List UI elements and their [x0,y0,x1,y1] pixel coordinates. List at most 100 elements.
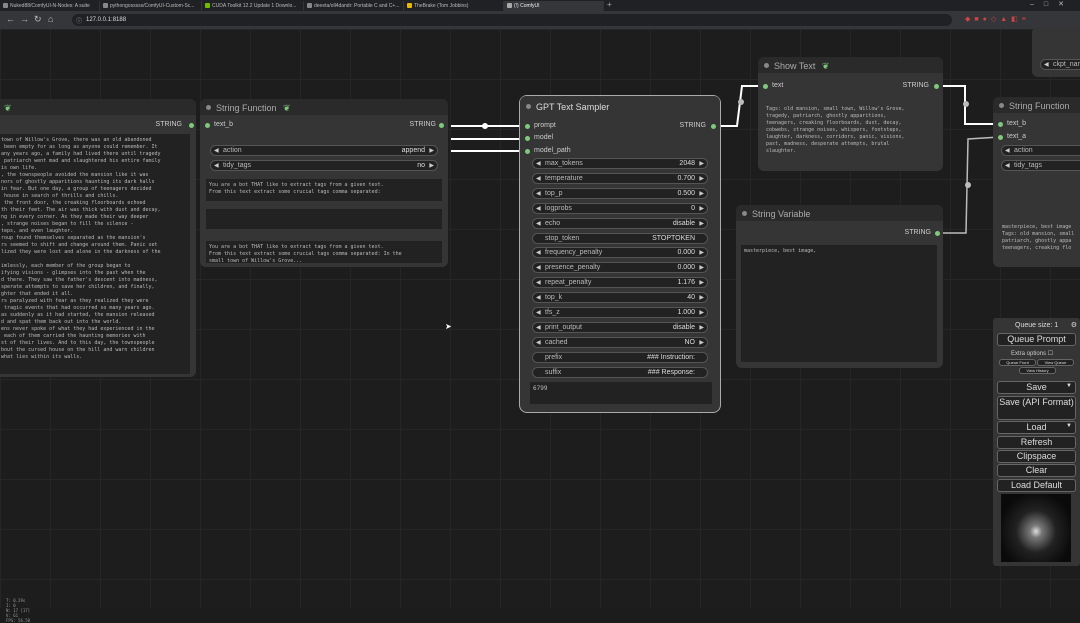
arrow-right-icon[interactable]: ▶ [699,160,704,167]
browser-tab[interactable]: pythongosssss/ComfyUI-Custom-Sc... [100,1,202,11]
collapse-dot[interactable] [764,63,769,68]
ckpt-name-combo[interactable]: ◀ ckpt_nam [1040,59,1080,70]
widget-prefix[interactable]: prefix ### Instruction: [532,351,708,363]
browser-tab[interactable]: deeeta/oll4dandr: Portable C and C+... [304,1,404,11]
node-canvas[interactable]: ❦ STRING town of Willow's Grove, there w… [0,27,1080,623]
gpt-text-sampler-node[interactable]: GPT Text Sampler prompt model model_path… [519,95,721,413]
queue-prompt-button[interactable]: Queue Prompt [997,333,1076,346]
arrow-left-icon[interactable]: ◀ [536,220,541,227]
node-title-bar[interactable]: GPT Text Sampler [520,96,720,116]
input-port-model-path[interactable] [525,149,530,154]
input-port-text-b[interactable] [998,122,1003,127]
input-port-prompt[interactable] [525,124,530,129]
window-controls[interactable]: –□✕ [1030,0,1074,8]
output-port[interactable] [711,124,716,129]
node-title-bar[interactable]: String Function [993,97,1080,113]
queue-front-button[interactable]: Queue Front [999,359,1036,366]
string-variable-node[interactable]: String Variable STRING masterpiece, best… [736,205,943,368]
extra-options-checkbox[interactable]: Extra options ☐ [1011,350,1053,357]
string-function-node[interactable]: String Function ❦ text_b STRING ◀ action… [200,99,448,267]
input-port-text[interactable] [763,84,768,89]
arrow-right-icon[interactable]: ▶ [429,162,434,169]
browser-tab[interactable]: TheBrake (Tom Jobbins) [404,1,504,11]
text-area[interactable]: town of Willow's Grove, there was an old… [0,134,190,374]
widget-frequency-penalty[interactable]: ◀ frequency_penalty 0.000 ▶ [532,247,708,259]
widget-suffix[interactable]: suffix ### Response: [532,366,708,378]
widget-tfs-z[interactable]: ◀ tfs_z 1.000 ▶ [532,307,708,318]
arrow-right-icon[interactable]: ▶ [699,294,704,301]
text-c-area[interactable] [206,209,442,229]
seed-area[interactable]: 6799 [530,382,712,404]
arrow-left-icon[interactable]: ◀ [536,175,541,182]
home-icon[interactable]: ⌂ [48,14,53,24]
arrow-right-icon[interactable]: ▶ [699,324,704,331]
widget-echo[interactable]: ◀ echo disable ▶ [532,217,708,229]
browser-tab-active[interactable]: (!) ComfyUI [504,1,604,11]
collapse-dot[interactable] [999,103,1004,108]
node-title-bar[interactable]: ❦ [0,99,196,115]
output-port[interactable] [934,84,939,89]
arrow-right-icon[interactable]: ▶ [699,190,704,197]
arrow-right-icon[interactable]: ▶ [699,309,704,316]
url-field[interactable]: ⓘ 127.0.0.1:8188 [72,14,952,26]
output-port[interactable] [189,123,194,128]
arrow-right-icon[interactable]: ▶ [699,249,704,256]
string-function-node-2[interactable]: String Function text_b text_a ◀ action ◀… [993,97,1080,267]
arrow-left-icon[interactable]: ◀ [536,190,541,197]
arrow-right-icon[interactable]: ▶ [699,205,704,212]
widget-presence-penalty[interactable]: ◀ presence_penalty 0.000 ▶ [532,262,708,274]
widget-top-p[interactable]: ◀ top_p 0.500 ▶ [532,187,708,199]
extensions-icons[interactable]: ◆■●◇▲◧≡ [965,15,1030,23]
arrow-right-icon[interactable]: ▶ [699,220,704,227]
arrow-right-icon[interactable]: ▶ [699,175,704,182]
arrow-left-icon[interactable]: ◀ [214,147,219,154]
arrow-left-icon[interactable]: ◀ [536,279,541,286]
widget-max-tokens[interactable]: ◀ max_tokens 2048 ▶ [532,158,708,169]
input-port-text-b[interactable] [205,123,210,128]
widget-temperature[interactable]: ◀ temperature 0.700 ▶ [532,172,708,184]
collapse-dot[interactable] [742,211,747,216]
widget-repeat-penalty[interactable]: ◀ repeat_penalty 1.176 ▶ [532,277,708,289]
browser-tab[interactable]: CUDA Toolkit 12.2 Update 1 Downlo... [202,1,304,11]
view-history-button[interactable]: View History [1019,367,1056,374]
arrow-left-icon[interactable]: ◀ [214,162,219,169]
arrow-left-icon[interactable]: ◀ [536,249,541,256]
widget-print-output[interactable]: ◀ print_output disable ▶ [532,321,708,333]
settings-gear-icon[interactable]: ⚙ [1071,321,1077,329]
widget-top-k[interactable]: ◀ top_k 40 ▶ [532,292,708,304]
tidy-tags-combo[interactable]: ◀ tidy_tags [1001,160,1080,171]
arrow-right-icon[interactable]: ▶ [699,264,704,271]
view-queue-button[interactable]: View Queue [1037,359,1074,366]
checkpoint-loader-node[interactable]: ◀ ckpt_nam [1032,27,1080,77]
action-combo[interactable]: ◀ action [1001,145,1080,156]
back-icon[interactable]: ← [6,14,15,24]
show-text-node[interactable]: Show Text ❦ text STRING Tags: old mansio… [758,57,943,171]
arrow-left-icon[interactable]: ◀ [536,264,541,271]
action-combo[interactable]: ◀ action append ▶ [210,145,438,156]
preview-thumbnail[interactable] [1001,494,1071,562]
arrow-left-icon[interactable]: ◀ [536,294,541,301]
string-variable-text[interactable]: masterpiece, best image, [741,245,937,362]
widget-cached[interactable]: ◀ cached NO ▶ [532,336,708,348]
collapse-dot[interactable] [526,104,531,109]
text-a-area[interactable]: You are a bot THAT like to extract tags … [206,179,442,201]
dropdown-icon[interactable]: ▼ [1066,383,1072,389]
text-source-node[interactable]: ❦ STRING town of Willow's Grove, there w… [0,99,196,377]
tidy-tags-combo[interactable]: ◀ tidy_tags no ▶ [210,160,438,171]
node-title-bar[interactable]: Show Text ❦ [758,57,943,73]
input-port-text-a[interactable] [998,135,1003,140]
arrow-left-icon[interactable]: ◀ [536,324,541,331]
output-port[interactable] [935,231,940,236]
widget-logprobs[interactable]: ◀ logprobs 0 ▶ [532,202,708,214]
reload-icon[interactable]: ↻ [34,14,42,25]
arrow-right-icon[interactable]: ▶ [429,147,434,154]
arrow-left-icon[interactable]: ◀ [1005,162,1010,169]
browser-tab[interactable]: Nuked88/ComfyUI-N-Nodes: A suite [0,1,100,11]
collapse-dot[interactable] [206,105,211,110]
clear-button[interactable]: Clear [997,464,1076,477]
forward-icon[interactable]: → [20,14,29,24]
save-button[interactable]: Save ▼ [997,381,1076,394]
new-tab-icon[interactable]: + [607,0,612,9]
dropdown-icon[interactable]: ▼ [1066,423,1072,429]
save-api-button[interactable]: Save (API Format) [997,396,1076,420]
